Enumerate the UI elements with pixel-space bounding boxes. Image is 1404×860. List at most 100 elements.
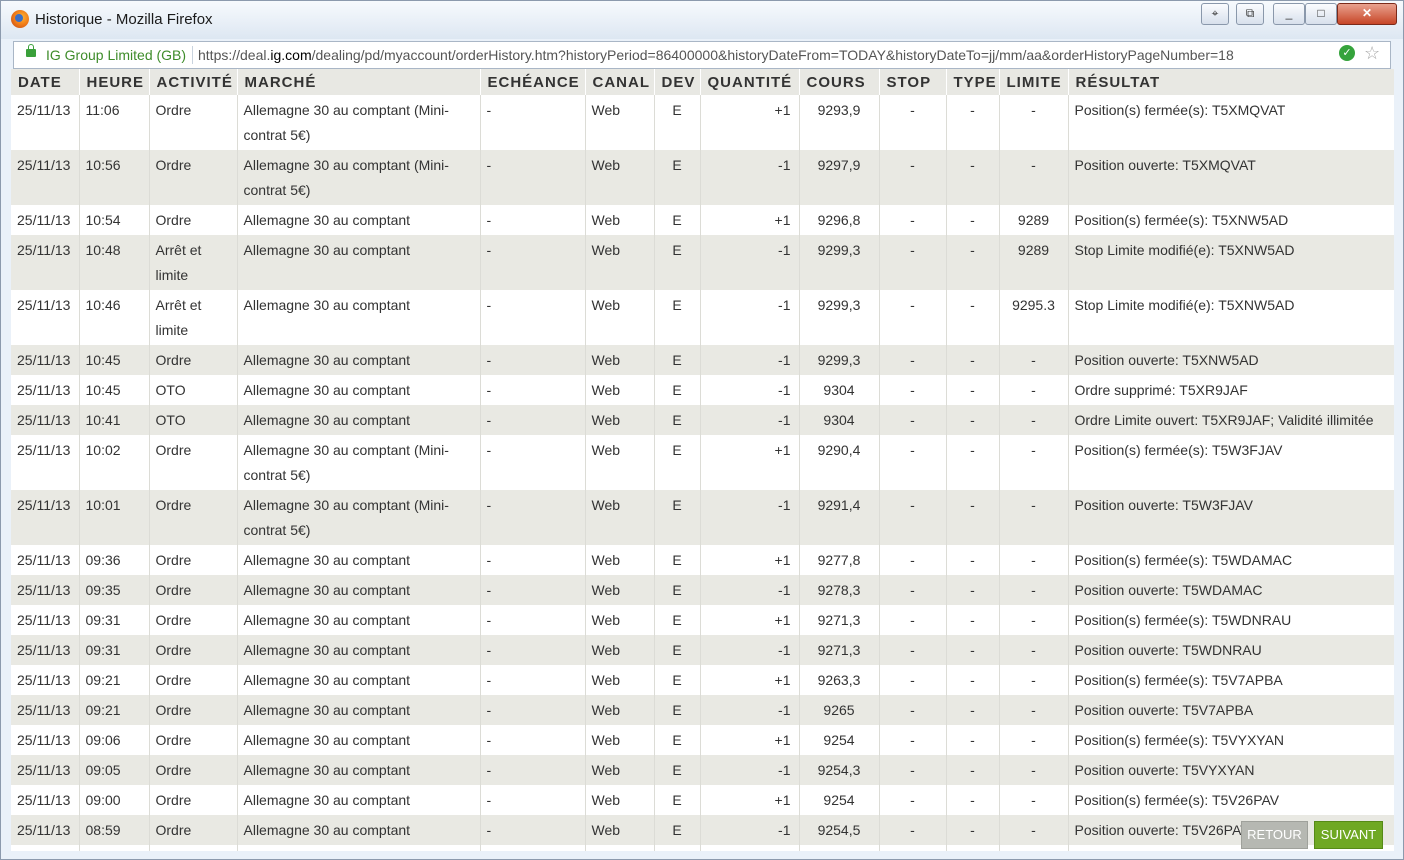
cell-currency: E — [654, 785, 701, 815]
cell-result: Position ouverte: T5VYXYAN — [1068, 755, 1394, 785]
cell-type: - — [946, 405, 1000, 435]
minimize-button[interactable]: _ — [1273, 3, 1305, 25]
cell-limit: 9289 — [999, 205, 1069, 235]
cell-currency: E — [654, 545, 701, 575]
cell-stop: - — [879, 490, 947, 545]
cell-limit: 9295.3 — [999, 290, 1069, 345]
cell-expiry: - — [480, 635, 586, 665]
cell-stop: - — [879, 575, 947, 605]
cell-activity: Arrêt et limite — [149, 290, 238, 345]
bookmark-star-icon[interactable]: ☆ — [1364, 43, 1380, 64]
cell-result: Position(s) fermée(s): T5W3FJAV — [1068, 435, 1394, 490]
cell-type: - — [946, 205, 1000, 235]
table-row: 25/11/13 09:36 Ordre Allemagne 30 au compta… — [11, 545, 1394, 575]
cell-expiry: - — [480, 375, 586, 405]
cell-price: 9290,4 — [799, 435, 880, 490]
cell-limit: - — [999, 605, 1069, 635]
order-history-table: DATE HEURE ACTIVITÉ MARCHÉ ECHÉANCE CANAL DEV Q… — [11, 69, 1394, 851]
window-title: Historique - Mozilla Firefox — [35, 11, 213, 28]
site-identity[interactable]: IG Group Limited (GB) — [46, 47, 186, 63]
cell-type: - — [946, 345, 1000, 375]
cell-price: 9254,5 — [799, 815, 880, 845]
cell-activity: Ordre — [149, 605, 238, 635]
layout-icon[interactable]: ⌖ — [1201, 3, 1229, 25]
cell-type: - — [946, 785, 1000, 815]
url-domain: ig.com — [270, 47, 312, 63]
cell-type: - — [946, 695, 1000, 725]
cell-quantity: -1 — [700, 375, 800, 405]
cell-result: Stop Limite modifié(e): T5XNW5AD — [1068, 290, 1394, 345]
close-button[interactable]: ✕ — [1337, 3, 1397, 25]
firefox-icon — [11, 10, 29, 28]
cell-limit: - — [999, 665, 1069, 695]
cell-quantity: +1 — [700, 785, 800, 815]
restore-tab-icon[interactable]: ⧉ — [1236, 3, 1264, 25]
cell-quantity: -1 — [700, 755, 800, 785]
column-header-expiry: ECHÉANCE — [480, 69, 586, 95]
cell-result: Position(s) fermée(s): T5V7APBA — [1068, 665, 1394, 695]
cell-quantity: -1 — [700, 290, 800, 345]
lock-icon — [26, 44, 36, 57]
cell-expiry: - — [480, 435, 586, 490]
cell-time: 09:05 — [79, 755, 150, 785]
cell-channel: Web — [585, 435, 655, 490]
cell-date: 25/11/13 — [11, 150, 80, 205]
cell-activity: Ordre — [149, 490, 238, 545]
url-text[interactable]: https://deal.ig.com/dealing/pd/myaccount… — [198, 47, 1330, 63]
cell-time: 10:41 — [79, 405, 150, 435]
cell-currency: E — [654, 235, 701, 290]
table-row: 25/11/13 09:06 Ordre Allemagne 30 au compta… — [11, 725, 1394, 755]
cell-date: 25/11/13 — [11, 405, 80, 435]
cell-price: 9254 — [799, 785, 880, 815]
cell-channel: Web — [585, 235, 655, 290]
next-button[interactable]: SUIVANT — [1314, 821, 1383, 849]
table-row: 25/11/13 10:54 Ordre Allemagne 30 au compta… — [11, 205, 1394, 235]
maximize-button[interactable]: □ — [1305, 3, 1337, 25]
cell-activity: Arrêt et limite — [149, 235, 238, 290]
table-header-row: DATE HEURE ACTIVITÉ MARCHÉ ECHÉANCE CANAL DEV Q… — [11, 69, 1394, 95]
cell-time: 09:35 — [79, 575, 150, 605]
cell-channel: Web — [585, 665, 655, 695]
cell-currency: E — [654, 575, 701, 605]
cell-currency: E — [654, 405, 701, 435]
cell-result: Position ouverte: T5W3FJAV — [1068, 490, 1394, 545]
table-row: 25/11/13 09:00 Ordre Allemagne 30 au compta… — [11, 785, 1394, 815]
cell-market: Allemagne 30 au comptant — [237, 725, 481, 755]
cell-type: - — [946, 605, 1000, 635]
cell-quantity: +1 — [700, 205, 800, 235]
cell-currency: E — [654, 665, 701, 695]
cell-date: 25/11/13 — [11, 345, 80, 375]
cell-channel: Web — [585, 345, 655, 375]
cell-time: 09:06 — [79, 725, 150, 755]
cell-date: 25/11/13 — [11, 490, 80, 545]
cell-result: Position(s) fermée(s): T5V26PAV — [1068, 785, 1394, 815]
column-header-date: DATE — [11, 69, 80, 95]
column-header-limit: LIMITE — [999, 69, 1069, 95]
cell-time: 10:56 — [79, 150, 150, 205]
cell-price: 9297,9 — [799, 150, 880, 205]
table-row: 25/11/13 10:01 Ordre Allemagne 30 au compta… — [11, 490, 1394, 545]
cell-channel: Web — [585, 725, 655, 755]
cell-channel: Web — [585, 635, 655, 665]
cell-market: Allemagne 30 au comptant — [237, 695, 481, 725]
cell-limit: - — [999, 490, 1069, 545]
cell-time: 10:02 — [79, 435, 150, 490]
cell-time: 10:46 — [79, 290, 150, 345]
cell-stop: - — [879, 695, 947, 725]
address-bar[interactable]: IG Group Limited (GB) https://deal.ig.co… — [13, 41, 1391, 69]
cell-price: 9271,3 — [799, 635, 880, 665]
cell-quantity: +1 — [700, 545, 800, 575]
cell-price: 9293,9 — [799, 95, 880, 150]
cell-quantity: -1 — [700, 575, 800, 605]
cell-activity: Ordre — [149, 755, 238, 785]
cell-price: 9296,8 — [799, 205, 880, 235]
back-button[interactable]: RETOUR — [1241, 821, 1308, 849]
cell-market: Allemagne 30 au comptant (Mini-contrat 5… — [237, 490, 481, 545]
cell-price: 9254 — [799, 725, 880, 755]
column-header-currency: DEV — [654, 69, 701, 95]
cell-activity: Ordre — [149, 95, 238, 150]
cell-market: Allemagne 30 au comptant — [237, 345, 481, 375]
cell-date: 25/11/13 — [11, 435, 80, 490]
cell-type: - — [946, 150, 1000, 205]
cell-stop: - — [879, 635, 947, 665]
